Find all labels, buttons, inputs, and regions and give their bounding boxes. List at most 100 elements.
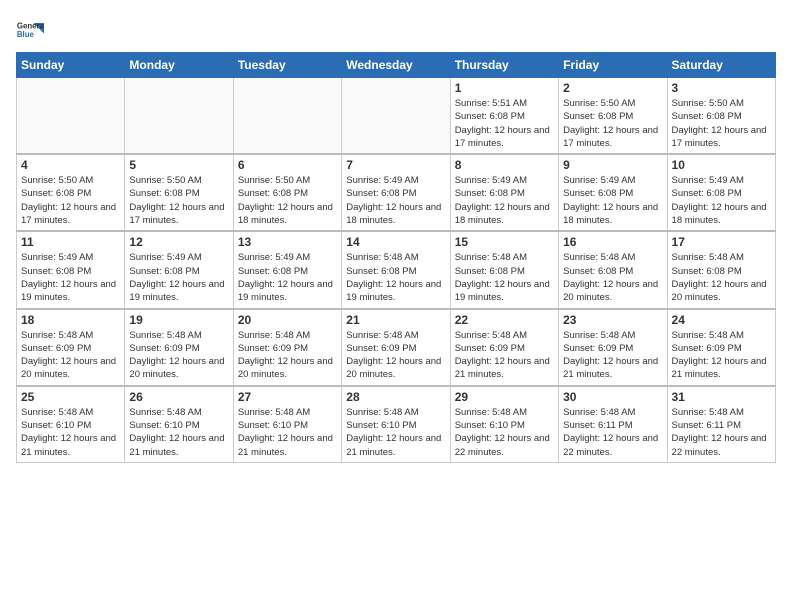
day-number: 3 [672,81,771,95]
logo-icon: General Blue [16,16,44,44]
weekday-header: Friday [559,53,667,78]
day-number: 11 [21,235,120,249]
calendar-cell: 10 Sunrise: 5:49 AMSunset: 6:08 PMDayligh… [667,154,775,231]
day-number: 27 [238,390,337,404]
day-info: Sunrise: 5:50 AMSunset: 6:08 PMDaylight:… [563,97,662,150]
day-number: 23 [563,313,662,327]
calendar-cell [342,78,450,155]
day-info: Sunrise: 5:51 AMSunset: 6:08 PMDaylight:… [455,97,554,150]
day-info: Sunrise: 5:49 AMSunset: 6:08 PMDaylight:… [563,174,662,227]
day-info: Sunrise: 5:48 AMSunset: 6:08 PMDaylight:… [346,251,445,304]
day-number: 28 [346,390,445,404]
calendar-cell: 21Sunrise: 5:48 AMSunset: 6:09 PMDayligh… [342,309,450,386]
day-number: 22 [455,313,554,327]
day-info: Sunrise: 5:49 AMSunset: 6:08 PMDaylight:… [455,174,554,227]
calendar-cell: 17 Sunrise: 5:48 AMSunset: 6:08 PMDayligh… [667,231,775,308]
weekday-header: Sunday [17,53,125,78]
calendar-cell [17,78,125,155]
svg-text:Blue: Blue [17,30,35,39]
day-number: 29 [455,390,554,404]
calendar-cell: 8 Sunrise: 5:49 AMSunset: 6:08 PMDaylight… [450,154,558,231]
calendar-cell: 14 Sunrise: 5:48 AMSunset: 6:08 PMDayligh… [342,231,450,308]
calendar-table: SundayMondayTuesdayWednesdayThursdayFrid… [16,52,776,463]
weekday-header: Monday [125,53,233,78]
day-number: 12 [129,235,228,249]
day-number: 31 [672,390,771,404]
day-number: 24 [672,313,771,327]
day-info: Sunrise: 5:48 AMSunset: 6:09 PMDaylight:… [21,329,120,382]
day-number: 1 [455,81,554,95]
day-info: Sunrise: 5:48 AMSunset: 6:09 PMDaylight:… [672,329,771,382]
calendar-cell: 11 Sunrise: 5:49 AMSunset: 6:08 PMDayligh… [17,231,125,308]
weekday-header: Thursday [450,53,558,78]
day-number: 25 [21,390,120,404]
day-number: 14 [346,235,445,249]
calendar-cell: 29 Sunrise: 5:48 AMSunset: 6:10 PMDayligh… [450,386,558,463]
day-number: 4 [21,158,120,172]
day-info: Sunrise: 5:49 AMSunset: 6:08 PMDaylight:… [346,174,445,227]
day-info: Sunrise: 5:48 AMSunset: 6:08 PMDaylight:… [672,251,771,304]
day-info: Sunrise: 5:48 AMSunset: 6:10 PMDaylight:… [21,406,120,459]
calendar-cell: 7 Sunrise: 5:49 AMSunset: 6:08 PMDaylight… [342,154,450,231]
day-number: 2 [563,81,662,95]
day-info: Sunrise: 5:48 AMSunset: 6:10 PMDaylight:… [238,406,337,459]
weekday-header: Tuesday [233,53,341,78]
day-number: 5 [129,158,228,172]
day-info: Sunrise: 5:49 AMSunset: 6:08 PMDaylight:… [672,174,771,227]
day-info: Sunrise: 5:48 AMSunset: 6:10 PMDaylight:… [455,406,554,459]
day-info: Sunrise: 5:49 AMSunset: 6:08 PMDaylight:… [129,251,228,304]
calendar-cell: 28 Sunrise: 5:48 AMSunset: 6:10 PMDayligh… [342,386,450,463]
day-info: Sunrise: 5:48 AMSunset: 6:10 PMDaylight:… [346,406,445,459]
day-number: 7 [346,158,445,172]
calendar-cell: 23Sunrise: 5:48 AMSunset: 6:09 PMDayligh… [559,309,667,386]
day-number: 20 [238,313,337,327]
day-number: 13 [238,235,337,249]
calendar-cell: 30 Sunrise: 5:48 AMSunset: 6:11 PMDayligh… [559,386,667,463]
weekday-header: Wednesday [342,53,450,78]
calendar-cell: 13 Sunrise: 5:49 AMSunset: 6:08 PMDayligh… [233,231,341,308]
day-info: Sunrise: 5:48 AMSunset: 6:09 PMDaylight:… [455,329,554,382]
day-number: 18 [21,313,120,327]
calendar-cell [125,78,233,155]
calendar-cell: 31 Sunrise: 5:48 AMSunset: 6:11 PMDayligh… [667,386,775,463]
day-info: Sunrise: 5:50 AMSunset: 6:08 PMDaylight:… [238,174,337,227]
calendar-cell: 5Sunrise: 5:50 AMSunset: 6:08 PMDaylight… [125,154,233,231]
calendar-cell: 19Sunrise: 5:48 AMSunset: 6:09 PMDayligh… [125,309,233,386]
svg-text:General: General [17,21,44,30]
calendar-cell: 22 Sunrise: 5:48 AMSunset: 6:09 PMDayligh… [450,309,558,386]
calendar-cell: 26Sunrise: 5:48 AMSunset: 6:10 PMDayligh… [125,386,233,463]
calendar-cell: 1 Sunrise: 5:51 AMSunset: 6:08 PMDaylight… [450,78,558,155]
day-number: 17 [672,235,771,249]
day-info: Sunrise: 5:50 AMSunset: 6:08 PMDaylight:… [672,97,771,150]
day-number: 8 [455,158,554,172]
day-info: Sunrise: 5:49 AMSunset: 6:08 PMDaylight:… [21,251,120,304]
day-info: Sunrise: 5:48 AMSunset: 6:08 PMDaylight:… [563,251,662,304]
calendar-cell: 24 Sunrise: 5:48 AMSunset: 6:09 PMDayligh… [667,309,775,386]
logo: General Blue [16,16,44,44]
day-info: Sunrise: 5:49 AMSunset: 6:08 PMDaylight:… [238,251,337,304]
day-number: 10 [672,158,771,172]
calendar-cell: 9Sunrise: 5:49 AMSunset: 6:08 PMDaylight… [559,154,667,231]
day-number: 26 [129,390,228,404]
calendar-cell: 15Sunrise: 5:48 AMSunset: 6:08 PMDayligh… [450,231,558,308]
day-info: Sunrise: 5:48 AMSunset: 6:09 PMDaylight:… [129,329,228,382]
calendar-cell: 25 Sunrise: 5:48 AMSunset: 6:10 PMDayligh… [17,386,125,463]
day-number: 16 [563,235,662,249]
day-number: 30 [563,390,662,404]
calendar-cell: 16 Sunrise: 5:48 AMSunset: 6:08 PMDayligh… [559,231,667,308]
day-info: Sunrise: 5:48 AMSunset: 6:09 PMDaylight:… [346,329,445,382]
calendar-cell: 18 Sunrise: 5:48 AMSunset: 6:09 PMDayligh… [17,309,125,386]
calendar-cell: 27 Sunrise: 5:48 AMSunset: 6:10 PMDayligh… [233,386,341,463]
calendar-cell: 2 Sunrise: 5:50 AMSunset: 6:08 PMDaylight… [559,78,667,155]
weekday-header: Saturday [667,53,775,78]
day-info: Sunrise: 5:50 AMSunset: 6:08 PMDaylight:… [21,174,120,227]
day-info: Sunrise: 5:48 AMSunset: 6:11 PMDaylight:… [672,406,771,459]
calendar-cell: 6 Sunrise: 5:50 AMSunset: 6:08 PMDaylight… [233,154,341,231]
calendar-cell: 3 Sunrise: 5:50 AMSunset: 6:08 PMDaylight… [667,78,775,155]
calendar-cell: 20Sunrise: 5:48 AMSunset: 6:09 PMDayligh… [233,309,341,386]
calendar-cell: 4 Sunrise: 5:50 AMSunset: 6:08 PMDaylight… [17,154,125,231]
day-number: 15 [455,235,554,249]
calendar-cell [233,78,341,155]
day-info: Sunrise: 5:48 AMSunset: 6:11 PMDaylight:… [563,406,662,459]
day-number: 6 [238,158,337,172]
